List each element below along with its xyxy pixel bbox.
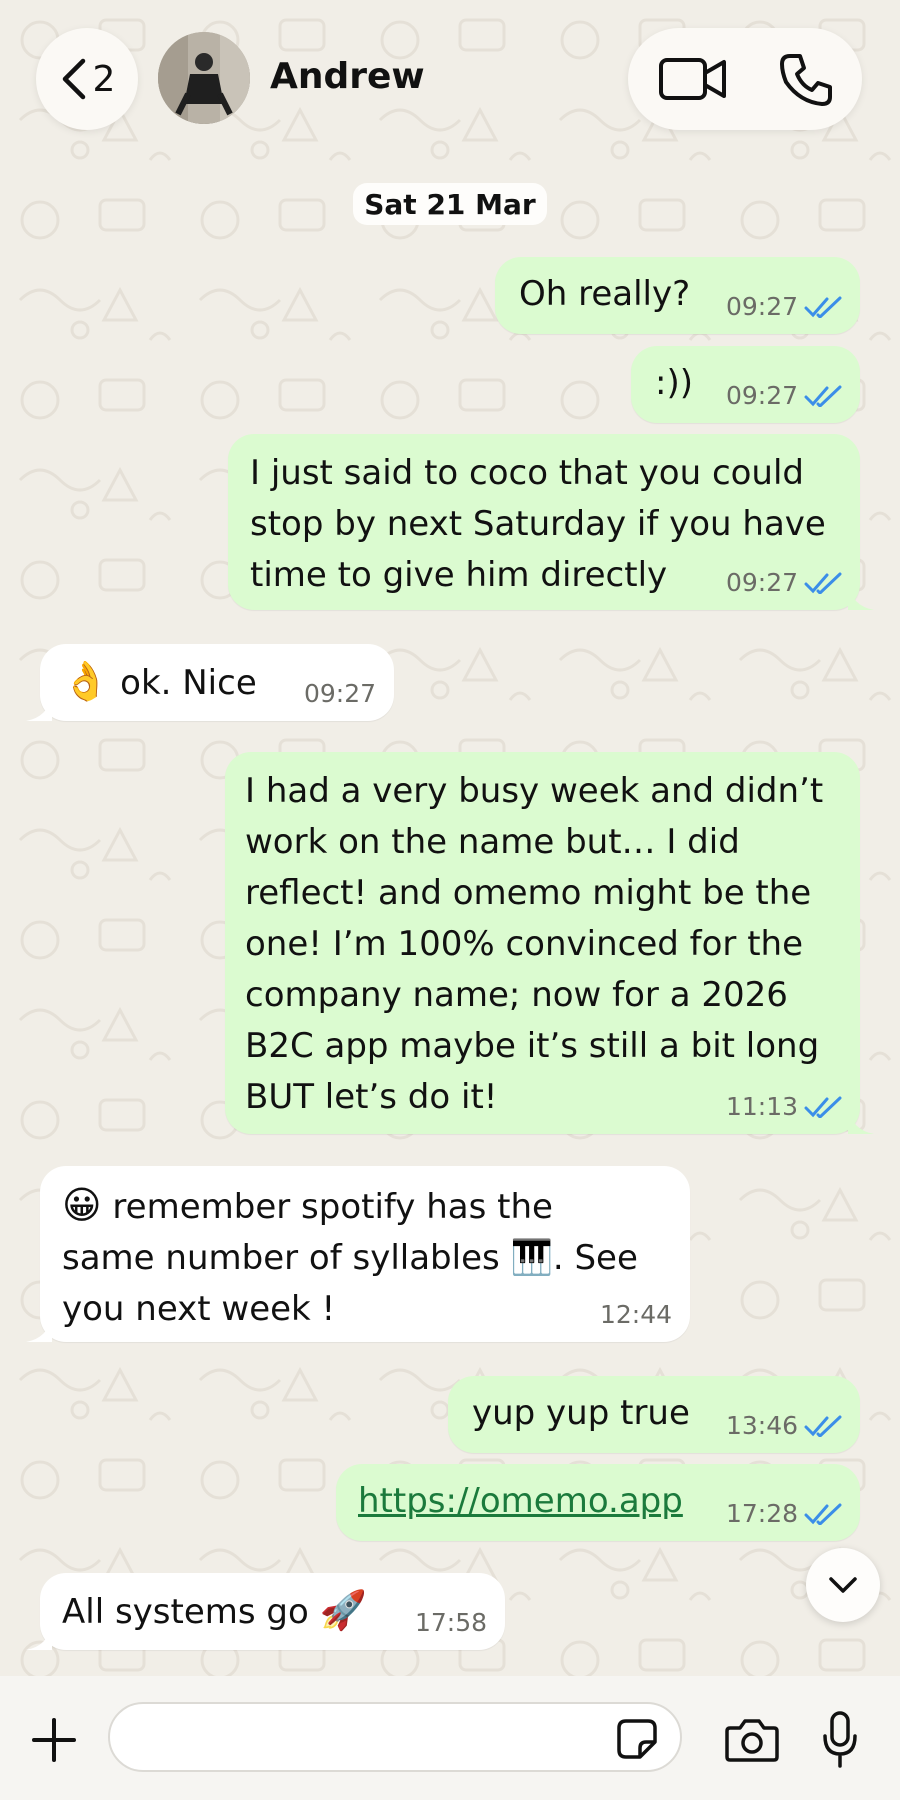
sticker-button[interactable] [616,1718,658,1760]
camera-icon [725,1719,779,1762]
back-button[interactable]: 2 [36,28,138,130]
grinning-face-emoji: 😀 [62,1183,102,1227]
message-bubble-outgoing[interactable]: Oh really? 09:27 [495,257,860,334]
bubble-tail [26,1624,52,1650]
message-body: remember spotify has the same number of … [62,1187,638,1329]
ok-hand-emoji: 👌 [62,659,110,703]
double-check-icon [804,296,842,318]
message-meta: 17:28 [726,1499,842,1529]
avatar-photo [158,32,250,124]
date-separator: Sat 21 Mar [353,183,547,225]
message-time: 09:27 [725,568,798,597]
message-text: 😀 remember spotify has the same number o… [62,1180,690,1335]
message-meta: 09:27 [726,568,842,598]
chevron-left-icon [62,58,85,100]
video-call-button[interactable] [658,52,728,106]
message-bubble-incoming[interactable]: 😀 remember spotify has the same number o… [26,1166,690,1342]
voice-call-button[interactable] [778,52,834,108]
plus-icon [32,1718,76,1762]
double-check-icon [804,1096,842,1118]
message-text: I had a very busy week and didn’t work o… [245,771,824,1117]
attach-button[interactable] [30,1716,78,1764]
message-bubble-incoming[interactable]: 👌 ok. Nice 09:27 [26,644,394,721]
chat-header: 2 Andrew [0,0,900,160]
message-body: All systems go [62,1592,320,1632]
message-meta: 09:27 [304,679,376,709]
double-check-icon [804,1503,842,1525]
message-time: 12:44 [599,1300,672,1329]
message-meta: 11:13 [726,1092,842,1122]
message-bubble-outgoing[interactable]: I just said to coco that you could stop … [228,434,874,610]
message-time: 09:27 [725,292,798,321]
bubble-tail [26,695,52,721]
unread-count: 2 [92,58,116,100]
chevron-down-icon [829,1577,857,1593]
message-bubble-outgoing[interactable]: :)) 09:27 [631,346,860,423]
bubble-tail [848,584,874,610]
microphone-icon [823,1711,857,1768]
message-bubble-outgoing[interactable]: https://omemo.app 17:28 [336,1464,860,1541]
call-actions [628,28,862,130]
message-meta: 09:27 [726,292,842,322]
composer-bar [0,1676,900,1800]
video-camera-icon [659,58,726,100]
scroll-to-bottom-button[interactable] [806,1548,880,1622]
message-time: 17:58 [414,1608,487,1637]
message-meta: 13:46 [726,1411,842,1441]
camera-button[interactable] [724,1716,780,1764]
rocket-emoji: 🚀 [319,1588,367,1632]
double-check-icon [804,572,842,594]
microphone-button[interactable] [822,1710,858,1770]
sticker-icon [617,1719,657,1759]
phone-icon [780,54,832,106]
bubble-tail [848,1108,874,1134]
message-body: ok. Nice [120,663,257,703]
message-link[interactable]: https://omemo.app [358,1481,683,1521]
avatar[interactable] [158,32,250,124]
bubble-tail [26,1316,52,1342]
message-time: 17:28 [725,1499,798,1528]
message-time: 09:27 [725,381,798,410]
message-composer[interactable] [108,1702,682,1772]
double-check-icon [804,385,842,407]
message-bubble-outgoing[interactable]: I had a very busy week and didn’t work o… [225,752,874,1134]
double-check-icon [804,1415,842,1437]
message-bubble-outgoing[interactable]: yup yup true 13:46 [448,1376,860,1453]
message-time: 09:27 [303,679,376,708]
message-time: 11:13 [725,1092,798,1121]
contact-name[interactable]: Andrew [270,56,425,97]
message-meta: 09:27 [726,381,842,411]
message-bubble-incoming[interactable]: All systems go 🚀 17:58 [26,1573,505,1650]
message-meta: 17:58 [415,1608,487,1638]
message-meta: 12:44 [600,1300,672,1330]
message-time: 13:46 [725,1411,798,1440]
message-input[interactable] [134,1718,618,1760]
